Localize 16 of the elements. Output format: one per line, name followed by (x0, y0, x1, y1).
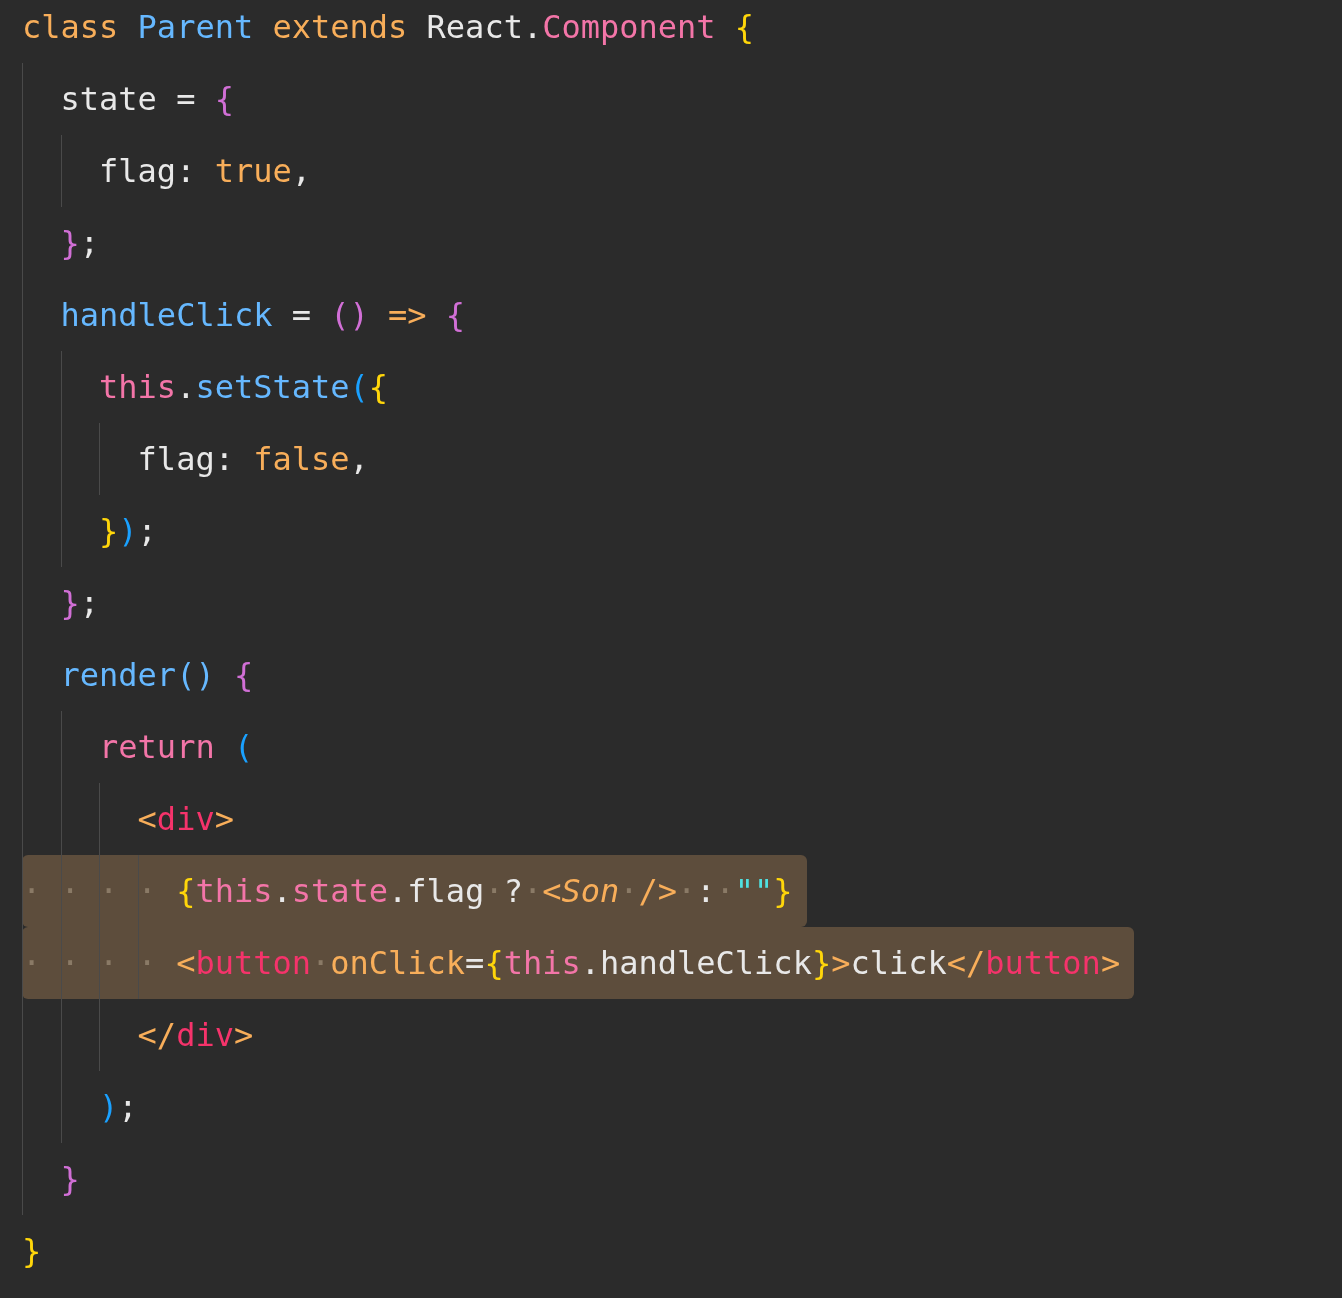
code-line: flag: false, (22, 423, 383, 495)
code-line: } (22, 1143, 94, 1215)
code-line: state = { (22, 63, 248, 135)
code-line: }; (22, 567, 114, 639)
code-line: </div> (22, 999, 268, 1071)
code-line: flag: true, (22, 135, 325, 207)
code-line: }; (22, 207, 114, 279)
code-line: handleClick = () => { (22, 279, 480, 351)
code-line: render() { (22, 639, 268, 711)
code-line: class Parent extends React.Component { (22, 7, 756, 48)
code-line: }); (22, 495, 171, 567)
code-line: return ( (22, 711, 268, 783)
code-line: this.setState({ (22, 351, 403, 423)
code-line: ); (22, 1071, 152, 1143)
code-line: <div> (22, 783, 248, 855)
code-line: } (22, 1231, 43, 1272)
